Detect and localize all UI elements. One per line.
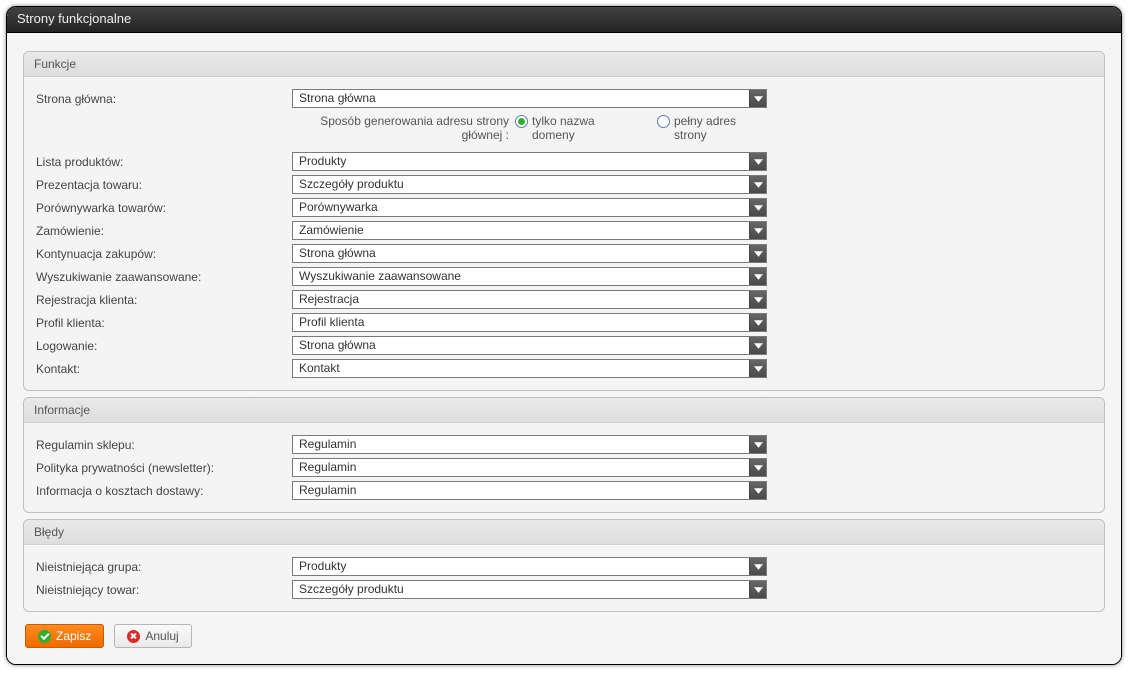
select-value: Regulamin — [293, 459, 749, 476]
select-polityka-prywatno-ci-newsletter[interactable]: Regulamin — [292, 458, 767, 477]
select-wyszukiwanie-zaawansowane[interactable]: Wyszukiwanie zaawansowane — [292, 267, 767, 286]
chevron-down-icon — [749, 176, 766, 193]
chevron-down-icon — [749, 199, 766, 216]
chevron-down-icon — [749, 581, 766, 598]
chevron-down-icon — [749, 268, 766, 285]
select-strona-glowna[interactable]: Strona główna — [292, 89, 767, 108]
select-nieistniej-ca-grupa[interactable]: Produkty — [292, 557, 767, 576]
label-wyszukiwanie-zaawansowane: Wyszukiwanie zaawansowane: — [32, 270, 292, 284]
action-bar: Zapisz Anuluj — [23, 618, 1105, 650]
select-value: Produkty — [293, 558, 749, 575]
label-kontynuacja-zakup-w: Kontynuacja zakupów: — [32, 247, 292, 261]
select-value: Strona główna — [293, 245, 749, 262]
window-body: Funkcje Strona główna: Strona główna — [7, 33, 1121, 664]
select-prezentacja-towaru[interactable]: Szczegóły produktu — [292, 175, 767, 194]
label-nieistniej-ca-grupa: Nieistniejąca grupa: — [32, 560, 292, 574]
panel-informacje: Informacje Regulamin sklepu:RegulaminPol… — [23, 397, 1105, 513]
select-value: Regulamin — [293, 482, 749, 499]
chevron-down-icon — [749, 436, 766, 453]
select-value: Rejestracja — [293, 291, 749, 308]
chevron-down-icon — [749, 314, 766, 331]
label-polityka-prywatno-ci-newsletter: Polityka prywatności (newsletter): — [32, 461, 292, 475]
label-strona-glowna: Strona główna: — [32, 92, 292, 106]
label-address-mode: Sposób generowania adresu strony głównej… — [292, 114, 515, 142]
close-icon — [127, 630, 140, 643]
label-zam-wienie: Zamówienie: — [32, 224, 292, 238]
label-regulamin-sklepu: Regulamin sklepu: — [32, 438, 292, 452]
save-button-label: Zapisz — [56, 629, 91, 643]
select-kontynuacja-zakup-w[interactable]: Strona główna — [292, 244, 767, 263]
label-kontakt: Kontakt: — [32, 362, 292, 376]
panel-header-bledy: Błędy — [24, 520, 1104, 545]
label-informacja-o-kosztach-dostawy: Informacja o kosztach dostawy: — [32, 484, 292, 498]
radio-label-text: pełny adres strony — [674, 114, 767, 142]
dialog-window: Strony funkcjonalne Funkcje Strona główn… — [6, 6, 1122, 665]
chevron-down-icon — [749, 360, 766, 377]
label-prezentacja-towaru: Prezentacja towaru: — [32, 178, 292, 192]
select-por-wnywarka-towar-w[interactable]: Porównywarka — [292, 198, 767, 217]
select-regulamin-sklepu[interactable]: Regulamin — [292, 435, 767, 454]
save-button[interactable]: Zapisz — [25, 624, 104, 648]
chevron-down-icon — [749, 153, 766, 170]
select-value: Strona główna — [293, 90, 749, 107]
radio-label-text: tylko nazwa domeny — [532, 114, 625, 142]
select-lista-produkt-w[interactable]: Produkty — [292, 152, 767, 171]
select-profil-klienta[interactable]: Profil klienta — [292, 313, 767, 332]
radio-indicator-icon — [515, 115, 528, 128]
select-value: Profil klienta — [293, 314, 749, 331]
select-value: Kontakt — [293, 360, 749, 377]
label-profil-klienta: Profil klienta: — [32, 316, 292, 330]
chevron-down-icon — [749, 90, 766, 107]
cancel-button[interactable]: Anuluj — [114, 624, 191, 648]
radio-only-domain[interactable]: tylko nazwa domeny — [515, 114, 625, 142]
select-rejestracja-klienta[interactable]: Rejestracja — [292, 290, 767, 309]
check-icon — [38, 630, 51, 643]
chevron-down-icon — [749, 222, 766, 239]
select-kontakt[interactable]: Kontakt — [292, 359, 767, 378]
select-value: Strona główna — [293, 337, 749, 354]
radio-full-address[interactable]: pełny adres strony — [657, 114, 767, 142]
panel-bledy: Błędy Nieistniejąca grupa:ProduktyNieist… — [23, 519, 1105, 612]
label-lista-produkt-w: Lista produktów: — [32, 155, 292, 169]
select-value: Regulamin — [293, 436, 749, 453]
select-value: Zamówienie — [293, 222, 749, 239]
select-value: Porównywarka — [293, 199, 749, 216]
label-nieistniej-cy-towar: Nieistniejący towar: — [32, 583, 292, 597]
label-por-wnywarka-towar-w: Porównywarka towarów: — [32, 201, 292, 215]
select-value: Wyszukiwanie zaawansowane — [293, 268, 749, 285]
chevron-down-icon — [749, 291, 766, 308]
window-title: Strony funkcjonalne — [7, 7, 1121, 33]
chevron-down-icon — [749, 482, 766, 499]
select-value: Szczegóły produktu — [293, 581, 749, 598]
chevron-down-icon — [749, 245, 766, 262]
panel-header-funkcje: Funkcje — [24, 52, 1104, 77]
chevron-down-icon — [749, 558, 766, 575]
cancel-button-label: Anuluj — [145, 629, 178, 643]
select-logowanie[interactable]: Strona główna — [292, 336, 767, 355]
panel-header-informacje: Informacje — [24, 398, 1104, 423]
panel-funkcje: Funkcje Strona główna: Strona główna — [23, 51, 1105, 391]
label-rejestracja-klienta: Rejestracja klienta: — [32, 293, 292, 307]
label-logowanie: Logowanie: — [32, 339, 292, 353]
select-zam-wienie[interactable]: Zamówienie — [292, 221, 767, 240]
select-value: Produkty — [293, 153, 749, 170]
chevron-down-icon — [749, 459, 766, 476]
select-informacja-o-kosztach-dostawy[interactable]: Regulamin — [292, 481, 767, 500]
select-nieistniej-cy-towar[interactable]: Szczegóły produktu — [292, 580, 767, 599]
radio-indicator-icon — [657, 115, 670, 128]
select-value: Szczegóły produktu — [293, 176, 749, 193]
chevron-down-icon — [749, 337, 766, 354]
